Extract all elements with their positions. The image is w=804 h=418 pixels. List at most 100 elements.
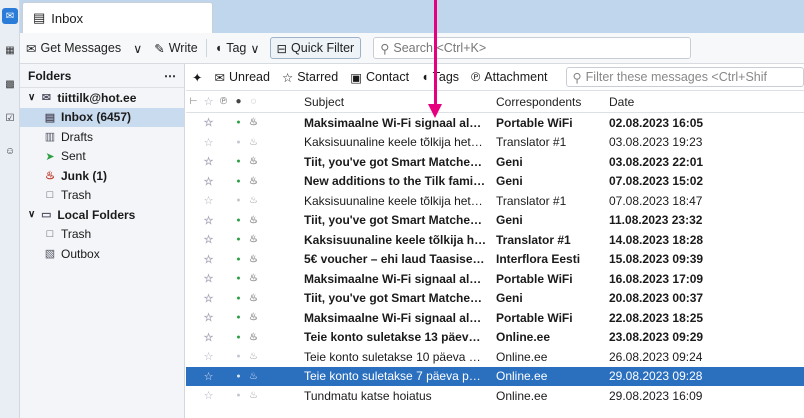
mail-space-icon[interactable]: ✉ (2, 8, 18, 24)
address-book-space-icon[interactable]: ▦ (2, 42, 18, 58)
read-dot-icon[interactable]: ● (231, 392, 246, 399)
message-rows: ☆●♨Maksimaalne Wi-Fi signaal alati koos … (186, 113, 804, 406)
message-row[interactable]: ☆ ●♨ Kaksisuunaline keele tõlkija hetktõlk… (186, 191, 804, 211)
folder-item[interactable]: ∨ ✉ tiittilk@hot.ee (20, 88, 184, 108)
junk-status-icon[interactable]: ♨ (246, 215, 261, 226)
message-row[interactable]: ☆ ● ♨ Tiit, you've got Smart Matches™! Geni 0… (186, 152, 804, 172)
star-icon[interactable]: ☆ (201, 253, 216, 266)
junk-status-icon[interactable]: ♨ (246, 273, 261, 284)
folder-item[interactable]: □ Trash (20, 225, 184, 245)
unread-dot-icon[interactable]: ● (231, 217, 246, 224)
chat-space-icon[interactable]: ☺ (2, 143, 18, 159)
attachment-column-icon[interactable]: ℗ (216, 96, 231, 107)
thread-column-icon[interactable]: ⊢ (186, 96, 201, 107)
folder-item[interactable]: ▥ Drafts (20, 127, 184, 147)
unread-dot-icon[interactable]: ● (231, 256, 246, 263)
junk-column-icon[interactable]: ◌ (246, 96, 261, 107)
filter-starred-button[interactable]: ☆ Starred (276, 70, 344, 85)
expander-icon[interactable]: ∨ (28, 92, 35, 103)
unread-dot-icon[interactable]: ● (231, 334, 246, 341)
message-row[interactable]: ☆ ●♨ Maksimaalne Wi-Fi signaal alati koos … (186, 269, 804, 289)
folder-item[interactable]: ∨ ▭ Local Folders (20, 205, 184, 225)
star-icon[interactable]: ☆ (201, 175, 216, 188)
star-icon[interactable]: ☆ (201, 389, 216, 402)
star-icon[interactable]: ☆ (201, 370, 216, 383)
unread-dot-icon[interactable]: ● (231, 119, 246, 126)
sticky-filter-pin[interactable]: ✦ (186, 70, 208, 85)
star-icon[interactable]: ☆ (201, 350, 216, 363)
message-row[interactable]: ☆ ● ♨ Tiit, you've got Smart Matches™! Geni 2… (186, 289, 804, 309)
expander-icon[interactable]: ∨ (28, 209, 35, 220)
unread-dot-icon[interactable]: ● (231, 295, 246, 302)
junk-status-icon[interactable]: ♨ (246, 371, 261, 382)
message-row[interactable]: ☆ ● ♨ Tiit, you've got Smart Matches™! Geni 1… (186, 211, 804, 231)
filter-contact-button[interactable]: ▣ Contact (344, 70, 415, 85)
message-row[interactable]: ☆ ●♨ New additions to the Tilk family tree… (186, 172, 804, 192)
write-button[interactable]: ✎ Write (148, 37, 203, 59)
junk-status-icon[interactable]: ♨ (246, 176, 261, 187)
message-row[interactable]: ☆ ●♨ Teie konto suletakse 7 päeva pärast |… (186, 366, 804, 386)
read-dot-icon[interactable]: ● (231, 139, 246, 146)
filter-messages-input[interactable]: ⚲ Filter these messages <Ctrl+Shif (565, 67, 804, 87)
folder-item[interactable]: ▤ Inbox (6457) (20, 107, 184, 127)
message-row[interactable]: ☆ ●♨ Teie konto suletakse 13 päeva pärast … (186, 328, 804, 348)
star-icon[interactable]: ☆ (201, 272, 216, 285)
tag-button[interactable]: ◖ Tag ∨ (209, 37, 266, 59)
star-icon[interactable]: ☆ (201, 155, 216, 168)
read-dot-icon[interactable]: ● (231, 197, 246, 204)
filter-attachment-button[interactable]: ℗ Attachment (465, 70, 553, 84)
star-icon[interactable]: ☆ (201, 233, 216, 246)
junk-status-icon[interactable]: ♨ (246, 195, 261, 206)
star-icon[interactable]: ☆ (201, 214, 216, 227)
star-icon[interactable]: ☆ (201, 116, 216, 129)
junk-status-icon[interactable]: ♨ (246, 137, 261, 148)
junk-status-icon[interactable]: ♨ (246, 293, 261, 304)
star-column-icon[interactable]: ☆ (201, 95, 216, 108)
unread-dot-icon[interactable]: ● (231, 178, 246, 185)
star-icon[interactable]: ☆ (201, 292, 216, 305)
junk-status-icon[interactable]: ♨ (246, 156, 261, 167)
message-row[interactable]: ☆ ●♨ Kaksisuunaline keele tõlkija hetktõlk… (186, 133, 804, 153)
folder-item[interactable]: □ Trash (20, 186, 184, 206)
read-status-column-icon[interactable]: ● (231, 96, 246, 107)
get-messages-button[interactable]: ✉ Get Messages (20, 37, 127, 59)
junk-status-icon[interactable]: ♨ (246, 117, 261, 128)
read-dot-icon[interactable]: ● (231, 373, 246, 380)
quick-filter-button[interactable]: ⊟ Quick Filter (269, 37, 362, 59)
message-row[interactable]: ☆ ●♨ Kaksisuunaline keele tõlkija hetktõlk… (186, 230, 804, 250)
subject-column-header[interactable]: Subject (261, 95, 487, 109)
star-icon[interactable]: ☆ (201, 331, 216, 344)
junk-status-icon[interactable]: ♨ (246, 332, 261, 343)
message-row[interactable]: ☆ ● ♨ Tundmatu katse hoiatus Online.ee 29.08.… (186, 386, 804, 406)
message-row[interactable]: ☆ ●♨ Teie konto suletakse 10 päeva pärast … (186, 347, 804, 367)
unread-dot-icon[interactable]: ● (231, 236, 246, 243)
message-row[interactable]: ☆ ●♨ Maksimaalne Wi-Fi signaal alati koos … (186, 113, 804, 133)
folder-item[interactable]: ♨ Junk (1) (20, 166, 184, 186)
junk-status-icon[interactable]: ♨ (246, 390, 261, 401)
junk-status-icon[interactable]: ♨ (246, 254, 261, 265)
junk-status-icon[interactable]: ♨ (246, 234, 261, 245)
tab-inbox[interactable]: ▤ Inbox (22, 2, 213, 33)
tasks-space-icon[interactable]: ☑ (2, 110, 18, 126)
star-icon[interactable]: ☆ (201, 136, 216, 149)
folder-item[interactable]: ▧ Outbox (20, 244, 184, 264)
star-icon[interactable]: ☆ (201, 194, 216, 207)
message-row[interactable]: ☆ ●♨ Maksimaalne Wi-Fi signaal alati koos … (186, 308, 804, 328)
search-input[interactable]: ⚲ Search <Ctrl+K> (373, 37, 692, 59)
folder-item[interactable]: ➤ Sent (20, 147, 184, 167)
folder-pane-menu-button[interactable]: ⋯ (164, 69, 176, 83)
filter-tags-button[interactable]: ◖ Tags (415, 70, 465, 84)
junk-status-icon[interactable]: ♨ (246, 351, 261, 362)
unread-dot-icon[interactable]: ● (231, 314, 246, 321)
unread-dot-icon[interactable]: ● (231, 158, 246, 165)
read-dot-icon[interactable]: ● (231, 353, 246, 360)
calendar-space-icon[interactable]: ▩ (2, 76, 18, 92)
date-column-header[interactable]: Date (602, 95, 722, 109)
correspondents-column-header[interactable]: Correspondents (487, 95, 602, 109)
filter-unread-button[interactable]: ✉ Unread (208, 70, 275, 85)
unread-dot-icon[interactable]: ● (231, 275, 246, 282)
get-messages-dropdown[interactable]: ∨ (127, 37, 148, 59)
star-icon[interactable]: ☆ (201, 311, 216, 324)
message-row[interactable]: ☆ ●♨ 5€ voucher – ehi laud Taasiseseisvumi… (186, 250, 804, 270)
junk-status-icon[interactable]: ♨ (246, 312, 261, 323)
